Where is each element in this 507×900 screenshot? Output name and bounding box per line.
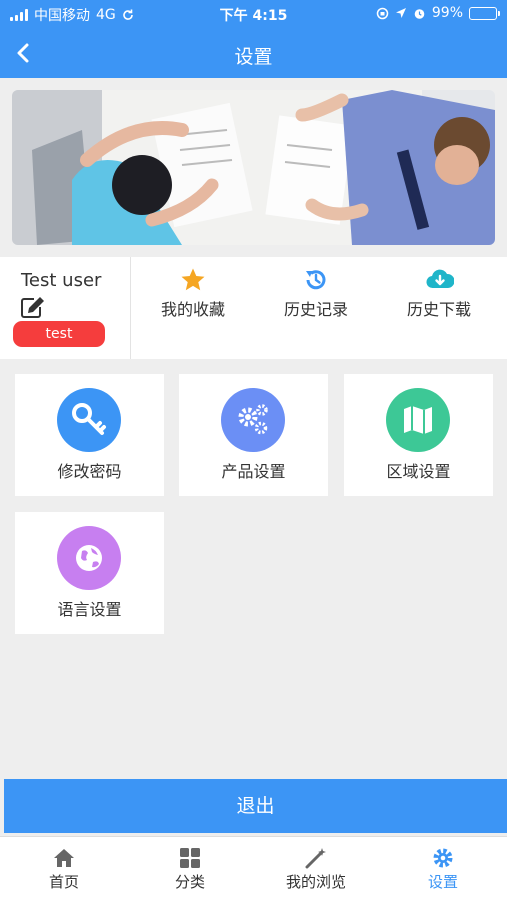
tab-category-label: 分类 (174, 873, 205, 891)
home-icon (53, 847, 75, 869)
battery-icon (469, 6, 500, 20)
logout-button[interactable]: 退出 (4, 779, 507, 833)
cloud-download-icon (426, 267, 455, 293)
tab-settings[interactable]: 设置 (380, 847, 506, 892)
gears-icon (221, 388, 285, 452)
key-icon (57, 388, 121, 452)
history-label: 历史记录 (283, 300, 348, 319)
status-right: 99% (376, 5, 500, 21)
grid-icon (179, 847, 201, 869)
gear-icon (432, 847, 454, 869)
product-settings-label: 产品设置 (221, 462, 286, 481)
magic-wand-icon (305, 847, 327, 869)
tab-home-label: 首页 (48, 873, 79, 891)
region-settings-card[interactable]: 区域设置 (344, 374, 493, 496)
history-icon (303, 267, 329, 293)
history-button[interactable]: 历史记录 (256, 267, 376, 337)
tab-bar: 首页 分类 我的浏览 设置 (0, 836, 507, 900)
product-settings-card[interactable]: 产品设置 (179, 374, 328, 496)
star-icon (180, 267, 206, 293)
edit-icon (21, 297, 44, 318)
user-info: Test user test (0, 257, 131, 359)
banner-image (12, 90, 495, 245)
change-password-card[interactable]: 修改密码 (15, 374, 164, 496)
tab-home[interactable]: 首页 (1, 847, 127, 892)
change-password-label: 修改密码 (57, 462, 122, 481)
battery-percent: 99% (431, 5, 463, 21)
nav-bar: 设置 (0, 30, 507, 76)
alarm-icon (414, 8, 425, 19)
edit-profile-button[interactable] (20, 295, 46, 319)
map-icon (386, 388, 450, 452)
office-meeting-photo (12, 90, 495, 245)
tab-settings-label: 设置 (427, 873, 458, 891)
page-title: 设置 (234, 46, 273, 68)
favorites-button[interactable]: 我的收藏 (133, 267, 253, 337)
download-history-label: 历史下载 (406, 300, 471, 319)
region-settings-label: 区域设置 (386, 462, 451, 481)
globe-icon (57, 526, 121, 590)
favorites-label: 我的收藏 (160, 300, 225, 319)
language-settings-label: 语言设置 (57, 600, 122, 619)
user-tag-badge: test (13, 321, 105, 347)
user-name: Test user (21, 270, 102, 291)
tab-browsing-label: 我的浏览 (285, 873, 346, 891)
tab-category[interactable]: 分类 (127, 847, 253, 892)
tab-browsing[interactable]: 我的浏览 (253, 847, 379, 892)
location-icon (395, 8, 406, 18)
header: 中国移动 4G 下午 4:15 99% 设置 (0, 0, 507, 78)
language-settings-card[interactable]: 语言设置 (15, 512, 164, 634)
status-bar: 中国移动 4G 下午 4:15 99% (0, 0, 507, 28)
orientation-lock-icon (376, 7, 389, 19)
user-panel: Test user test 我的收藏 历史记录 历史下载 (0, 257, 507, 359)
download-history-button[interactable]: 历史下载 (379, 267, 499, 337)
